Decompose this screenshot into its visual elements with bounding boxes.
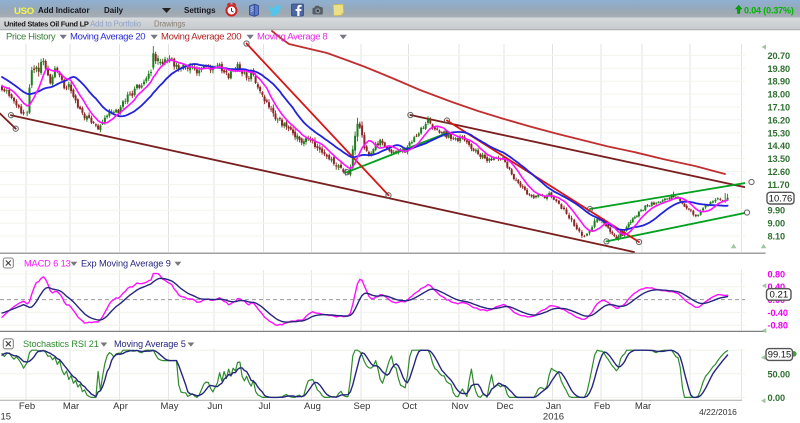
svg-text:19.80: 19.80: [768, 64, 791, 74]
svg-text:8.10: 8.10: [768, 232, 785, 242]
svg-text:Moving Average 8: Moving Average 8: [257, 32, 327, 43]
svg-text:Mar: Mar: [63, 401, 79, 412]
svg-text:Price History: Price History: [6, 32, 56, 43]
svg-text:4/22/2016: 4/22/2016: [699, 407, 737, 417]
svg-text:United States Oil Fund LP: United States Oil Fund LP: [4, 19, 89, 28]
svg-text:Dec: Dec: [497, 401, 514, 412]
svg-text:0.04 (0.37%): 0.04 (0.37%): [744, 5, 794, 15]
svg-text:Aug: Aug: [304, 401, 321, 412]
svg-text:20.70: 20.70: [768, 51, 791, 61]
svg-text:Apr: Apr: [113, 401, 128, 412]
svg-text:Moving Average 200: Moving Average 200: [161, 32, 241, 43]
svg-text:13.50: 13.50: [768, 154, 791, 164]
svg-text:MACD 6 13: MACD 6 13: [24, 258, 71, 268]
svg-text:15: 15: [1, 412, 12, 423]
svg-text:Sep: Sep: [354, 401, 371, 412]
svg-text:0.00: 0.00: [768, 393, 785, 403]
svg-text:Moving Average 20: Moving Average 20: [70, 32, 145, 43]
svg-text:Drawings: Drawings: [154, 19, 186, 28]
svg-text:Stochastics RSI 21: Stochastics RSI 21: [23, 339, 99, 349]
svg-text:Add to Portfolio: Add to Portfolio: [90, 19, 142, 28]
svg-text:16.20: 16.20: [768, 115, 791, 125]
svg-text:May: May: [161, 401, 179, 412]
svg-text:Moving Average 5: Moving Average 5: [114, 339, 186, 349]
svg-text:Nov: Nov: [452, 401, 469, 412]
svg-text:18.90: 18.90: [768, 77, 791, 87]
svg-text:Jul: Jul: [258, 401, 270, 412]
svg-text:50.00: 50.00: [768, 369, 791, 379]
svg-text:-0.40: -0.40: [768, 308, 788, 318]
svg-text:17.10: 17.10: [768, 103, 791, 113]
svg-text:-0.80: -0.80: [768, 321, 788, 331]
svg-text:Add Indicator: Add Indicator: [38, 6, 90, 15]
svg-text:USO: USO: [14, 6, 34, 17]
svg-text:14.40: 14.40: [768, 141, 791, 151]
svg-text:9.90: 9.90: [768, 206, 785, 216]
svg-text:Exp Moving Average 9: Exp Moving Average 9: [81, 258, 171, 268]
svg-text:Jun: Jun: [207, 401, 222, 412]
svg-text:Mar: Mar: [635, 401, 651, 412]
svg-text:Feb: Feb: [594, 401, 610, 412]
svg-text:9.00: 9.00: [768, 219, 785, 229]
svg-text:Daily: Daily: [104, 6, 124, 15]
svg-text:0.21: 0.21: [770, 290, 789, 301]
svg-text:99.15: 99.15: [768, 349, 791, 360]
svg-text:11.70: 11.70: [768, 180, 790, 190]
svg-text:Feb: Feb: [19, 401, 35, 412]
svg-text:Settings: Settings: [184, 6, 216, 15]
svg-text:10.76: 10.76: [769, 192, 792, 203]
svg-text:2016: 2016: [543, 412, 564, 423]
svg-text:0.80: 0.80: [768, 269, 785, 279]
svg-text:12.60: 12.60: [768, 167, 791, 177]
svg-text:15.30: 15.30: [768, 128, 791, 138]
svg-text:Jan: Jan: [546, 401, 561, 412]
svg-text:Oct: Oct: [402, 401, 417, 412]
svg-text:18.00: 18.00: [768, 90, 791, 100]
